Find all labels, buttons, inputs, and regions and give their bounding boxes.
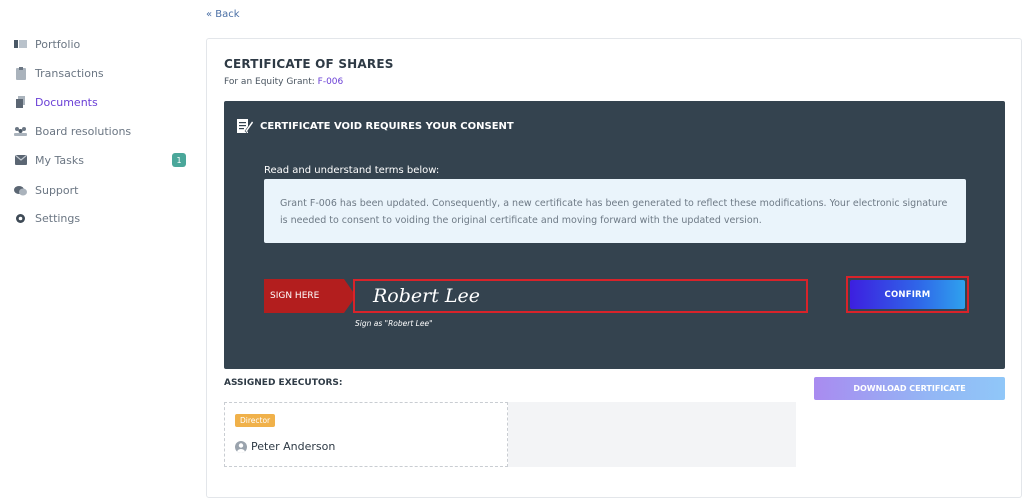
sidebar-item-transactions[interactable]: Transactions — [14, 63, 190, 83]
support-icon — [14, 184, 27, 197]
sidebar-item-label: My Tasks — [35, 153, 84, 167]
sidebar-item-support[interactable]: Support — [14, 180, 190, 200]
confirm-highlight: CONFIRM — [846, 276, 969, 313]
signature-hint: Sign as "Robert Lee" — [355, 319, 433, 328]
executor-person: Peter Anderson — [235, 440, 335, 453]
sidebar-item-settings[interactable]: Settings — [14, 208, 190, 228]
consent-heading: CERTIFICATE VOID REQUIRES YOUR CONSENT — [236, 117, 514, 135]
sidebar-item-label: Support — [35, 183, 79, 197]
transactions-icon — [14, 66, 27, 80]
sidebar-item-label: Portfolio — [35, 37, 81, 51]
executor-card: Director Peter Anderson — [224, 402, 508, 467]
sidebar-item-label: Documents — [35, 95, 98, 109]
certificate-card: CERTIFICATE OF SHARES For an Equity Gran… — [206, 38, 1022, 498]
executors-label: ASSIGNED EXECUTORS: — [224, 378, 343, 388]
sidebar-item-portfolio[interactable]: Portfolio — [14, 34, 190, 54]
role-badge: Director — [235, 414, 276, 427]
sidebar-item-label: Board resolutions — [35, 124, 132, 138]
executors-empty-slot — [508, 402, 796, 467]
avatar — [235, 440, 247, 453]
tasks-icon — [14, 154, 27, 167]
portfolio-icon — [14, 38, 27, 51]
tasks-count-badge: 1 — [172, 153, 186, 167]
board-icon — [14, 125, 27, 138]
grant-link[interactable]: F-006 — [318, 77, 344, 87]
page-title: CERTIFICATE OF SHARES — [224, 57, 394, 71]
consent-heading-text: CERTIFICATE VOID REQUIRES YOUR CONSENT — [260, 120, 514, 132]
certificate-subtitle: For an Equity Grant: F-006 — [224, 77, 343, 87]
sidebar-item-board-resolutions[interactable]: Board resolutions — [14, 121, 190, 141]
subtitle-prefix: For an Equity Grant: — [224, 77, 318, 87]
document-sign-icon — [236, 117, 254, 135]
signature-field[interactable]: Robert Lee — [353, 279, 808, 313]
confirm-button[interactable]: CONFIRM — [850, 280, 965, 309]
consent-panel: CERTIFICATE VOID REQUIRES YOUR CONSENT R… — [224, 101, 1005, 369]
settings-icon — [14, 212, 27, 225]
sidebar-item-label: Settings — [35, 211, 81, 225]
documents-icon — [14, 96, 27, 109]
download-certificate-button[interactable]: DOWNLOAD CERTIFICATE — [814, 377, 1005, 400]
sidebar-item-my-tasks[interactable]: My Tasks 1 — [14, 150, 190, 170]
sidebar-item-documents[interactable]: Documents — [14, 92, 190, 112]
sidebar-item-label: Transactions — [35, 66, 104, 80]
executor-name: Peter Anderson — [251, 440, 336, 453]
back-link[interactable]: « Back — [206, 9, 240, 20]
sidebar: Portfolio Transactions Documents Board r… — [0, 0, 200, 487]
sign-here-marker: SIGN HERE — [264, 279, 344, 313]
read-terms-label: Read and understand terms below: — [264, 165, 440, 176]
terms-text: Grant F-006 has been updated. Consequent… — [264, 179, 966, 243]
